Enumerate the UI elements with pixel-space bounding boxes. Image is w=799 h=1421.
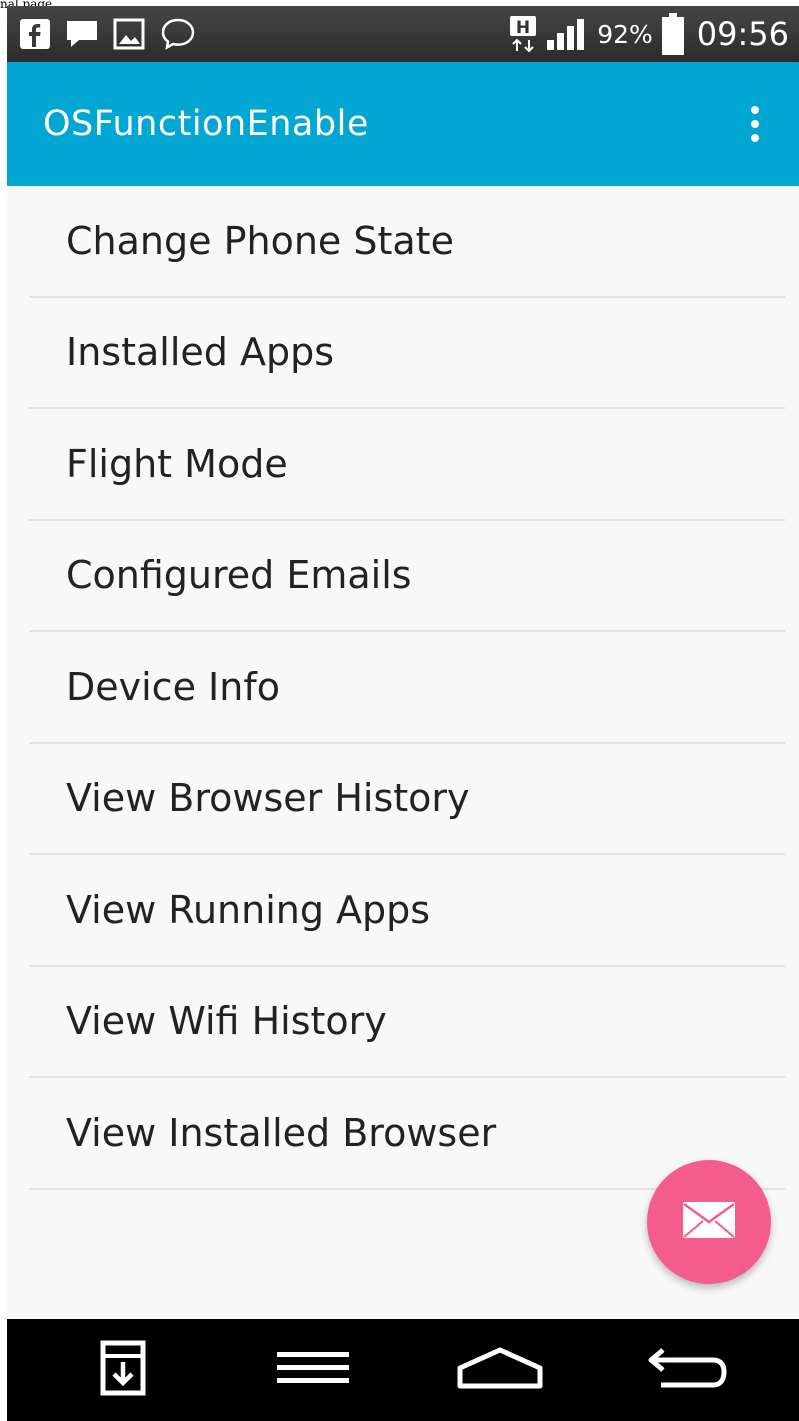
- battery-percent: 92%: [597, 19, 653, 49]
- more-vert-dot: [751, 134, 759, 142]
- status-right: H 92% 09:56: [501, 13, 789, 55]
- menu-item-device-info[interactable]: Device Info: [29, 632, 785, 744]
- facebook-icon: [19, 18, 51, 50]
- menu-item-flight-mode[interactable]: Flight Mode: [29, 409, 785, 521]
- app-title: OSFunctionEnable: [43, 104, 369, 144]
- home-icon: [456, 1346, 544, 1394]
- messenger-icon: [159, 17, 197, 51]
- back-button[interactable]: [647, 1319, 727, 1421]
- email-fab-button[interactable]: [647, 1160, 771, 1284]
- download-icon: [100, 1340, 146, 1400]
- menu-item-change-phone-state[interactable]: Change Phone State: [29, 186, 785, 298]
- menu-item-view-running-apps[interactable]: View Running Apps: [29, 855, 785, 967]
- gallery-icon: [113, 18, 145, 50]
- system-nav-bar: [7, 1319, 799, 1421]
- more-vert-icon: [751, 106, 759, 114]
- menu-item-view-wifi-history[interactable]: View Wifi History: [29, 967, 785, 1078]
- page: nal page H 92% 09:56 OSFunctionEnable Ch…: [0, 0, 799, 1421]
- signal-icon: [545, 18, 589, 50]
- status-clock: 09:56: [696, 15, 789, 53]
- app-bar: OSFunctionEnable: [7, 62, 799, 186]
- mail-icon: [682, 1201, 736, 1243]
- download-button[interactable]: [95, 1319, 151, 1421]
- phone-screen: H 92% 09:56 OSFunctionEnable Change Phon…: [7, 6, 799, 1421]
- svg-text:H: H: [516, 18, 530, 38]
- status-bar: H 92% 09:56: [7, 6, 799, 62]
- menu-icon: [277, 1350, 349, 1390]
- menu-list: Change Phone State Installed Apps Flight…: [29, 186, 785, 1190]
- more-vert-dot: [751, 120, 759, 128]
- message-icon: [65, 18, 99, 50]
- menu-item-installed-apps[interactable]: Installed Apps: [29, 298, 785, 409]
- home-button[interactable]: [455, 1319, 545, 1421]
- menu-button[interactable]: [275, 1319, 351, 1421]
- status-left: [19, 17, 211, 51]
- back-icon: [647, 1346, 727, 1394]
- battery-icon: [661, 13, 685, 55]
- menu-item-view-browser-history[interactable]: View Browser History: [29, 744, 785, 855]
- network-type-icon: H: [509, 15, 537, 53]
- overflow-menu-button[interactable]: [735, 94, 775, 154]
- menu-item-configured-emails[interactable]: Configured Emails: [29, 521, 785, 632]
